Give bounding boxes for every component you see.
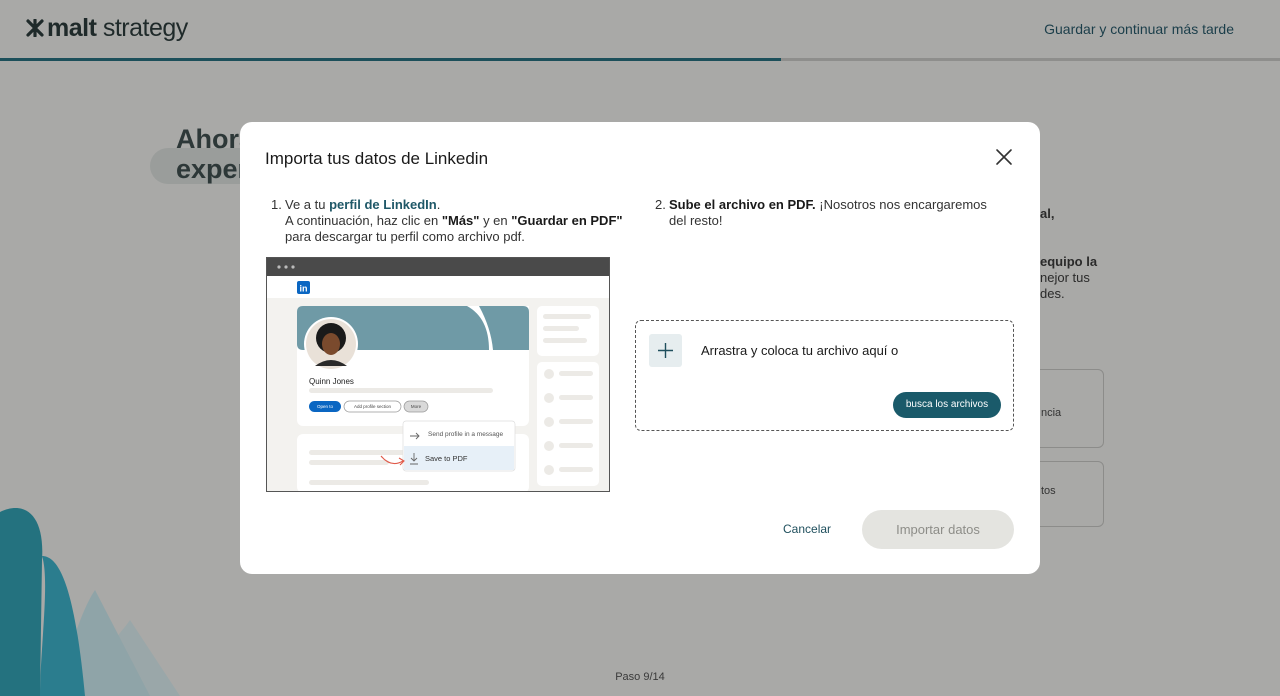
illustration-more-button: More (410, 404, 422, 409)
step-2-bold: Sube el archivo en PDF. (669, 197, 816, 212)
logo-bold-text: malt (47, 14, 97, 42)
dropzone-text: Arrastra y coloca tu archivo aquí o (701, 343, 899, 358)
illustration-add-section-button: Add profile section (353, 404, 392, 409)
progress-bar (0, 58, 1280, 61)
add-file-button[interactable] (649, 334, 682, 367)
modal-title: Importa tus datos de Linkedin (265, 149, 489, 168)
import-data-button[interactable]: Importar datos (862, 510, 1014, 549)
linkedin-profile-link[interactable]: perfil de LinkedIn (329, 197, 437, 212)
step-1-prefix: Ve a tu (285, 197, 330, 212)
background-side-text-2: equipo la (1040, 254, 1098, 269)
progress-bar-fill (0, 58, 781, 61)
top-header: malt strategy Guardar y continuar más ta… (0, 0, 1280, 58)
step-1-period: . (436, 197, 441, 212)
logo-light-text: strategy (96, 14, 188, 42)
step-2-instructions: 2. Sube el archivo en PDF. ¡Nosotros nos… (655, 197, 1005, 229)
illustration-profile-name: Quinn Jones (309, 377, 354, 386)
decorative-shapes (0, 508, 180, 696)
step-1-mas: "Más" (441, 213, 480, 228)
step-counter: Paso 9/14 (615, 671, 665, 683)
illustration-open-to-button: Open to (316, 404, 333, 409)
save-and-continue-later-link[interactable]: Guardar y continuar más tarde (1044, 21, 1234, 37)
background-card-text-2: tos (1041, 485, 1056, 497)
step-1-line3: para descargar tu perfil como archivo pd… (285, 229, 525, 244)
step-1-number: 1. (271, 197, 282, 212)
svg-text:in: in (300, 284, 308, 294)
step-1-line2b: y en (479, 213, 512, 228)
step-1-instructions: 1. Ve a tu perfil de LinkedIn. A continu… (271, 197, 626, 245)
background-side-text-1: al, (1040, 206, 1055, 221)
step-1-guardar: "Guardar en PDF" (511, 213, 623, 228)
background-side-text-3: nejor tus (1040, 270, 1090, 285)
malt-strategy-logo[interactable]: malt strategy (26, 14, 188, 43)
cancel-button[interactable]: Cancelar (783, 522, 831, 536)
step-1-line2a: A continuación, haz clic en (285, 213, 442, 228)
background-side-text-4: des. (1040, 286, 1065, 301)
linkedin-illustration: in Quinn Jones Open to Add profile secti… (266, 257, 610, 492)
illustration-save-pdf-item: Save to PDF (425, 454, 468, 463)
illustration-send-profile-item: Send profile in a message (428, 431, 504, 438)
browse-files-button[interactable]: busca los archivos (893, 392, 1001, 418)
step-2-number: 2. (655, 197, 666, 212)
background-card-text-1: ncia (1041, 407, 1062, 419)
import-linkedin-modal: Importa tus datos de Linkedin 1. Ve a tu… (240, 122, 1040, 574)
background-option-card-2[interactable]: tos (1030, 461, 1104, 527)
close-icon[interactable] (994, 147, 1014, 167)
background-option-card-1[interactable]: ncia (1030, 369, 1104, 448)
file-dropzone[interactable]: Arrastra y coloca tu archivo aquí o busc… (635, 320, 1014, 431)
malt-logo-icon (26, 19, 44, 37)
plus-icon (658, 343, 673, 358)
